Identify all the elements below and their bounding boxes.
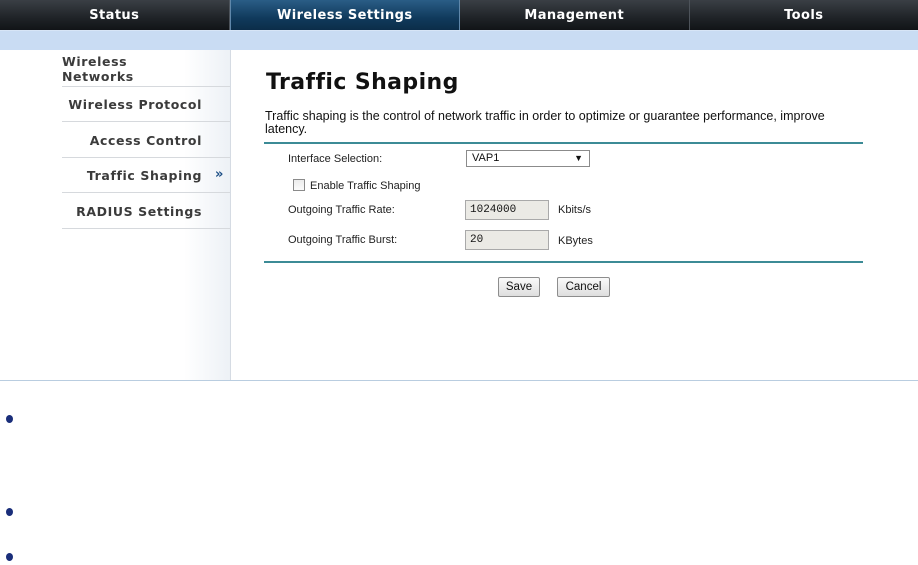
section-divider-top [264, 142, 863, 144]
content-bottom-divider [0, 380, 918, 381]
page: Status Wireless Settings Management Tool… [0, 0, 918, 565]
bullet-icon [6, 508, 13, 516]
sidebar-item-traffic-shaping[interactable]: Traffic Shaping » [62, 158, 230, 193]
sidebar-item-label: Wireless Networks [62, 54, 134, 84]
main-content: Traffic Shaping Traffic shaping is the c… [231, 50, 918, 380]
dropdown-arrow-icon: ▼ [574, 153, 583, 163]
tab-tools[interactable]: Tools [690, 0, 918, 30]
outgoing-traffic-burst-unit: KBytes [558, 235, 593, 247]
double-chevron-right-icon: » [215, 167, 224, 182]
interface-select[interactable]: VAP1 ▼ [466, 150, 590, 167]
bullet-icon [6, 415, 13, 423]
enable-traffic-shaping-label: Enable Traffic Shaping [310, 180, 421, 192]
sidebar-item-access-control[interactable]: Access Control [62, 123, 230, 158]
save-button[interactable]: Save [498, 277, 540, 297]
sub-navigation-bar [0, 30, 918, 51]
section-divider-bottom [264, 261, 863, 263]
tab-management[interactable]: Management [460, 0, 690, 30]
sidebar-item-wireless-networks[interactable]: Wireless Networks [62, 52, 230, 87]
sidebar: Wireless Networks Wireless Protocol Acce… [0, 50, 231, 380]
interface-select-value: VAP1 [472, 152, 500, 164]
cancel-button[interactable]: Cancel [557, 277, 610, 297]
page-description: Traffic shaping is the control of networ… [265, 109, 825, 136]
outgoing-traffic-rate-unit: Kbits/s [558, 204, 592, 216]
outgoing-traffic-rate-label: Outgoing Traffic Rate: [288, 204, 395, 216]
outgoing-traffic-rate-input[interactable]: 1024000 [465, 200, 549, 220]
bullet-icon [6, 553, 13, 561]
tab-status[interactable]: Status [0, 0, 230, 30]
sidebar-item-radius-settings[interactable]: RADIUS Settings [62, 194, 230, 229]
interface-selection-label: Interface Selection: [288, 153, 383, 165]
sidebar-item-label: RADIUS Settings [76, 203, 202, 219]
tab-wireless-settings[interactable]: Wireless Settings [229, 0, 460, 30]
sidebar-item-wireless-protocol[interactable]: Wireless Protocol [62, 87, 230, 122]
top-navigation: Status Wireless Settings Management Tool… [0, 0, 918, 30]
sidebar-item-label: Access Control [89, 132, 202, 148]
outgoing-traffic-burst-input[interactable]: 20 [465, 230, 549, 250]
sidebar-item-label: Wireless Protocol [68, 96, 202, 112]
outgoing-traffic-burst-label: Outgoing Traffic Burst: [288, 234, 398, 246]
page-title: Traffic Shaping [266, 70, 459, 95]
sidebar-item-label: Traffic Shaping [86, 167, 202, 183]
enable-traffic-shaping-checkbox[interactable] [293, 179, 305, 191]
